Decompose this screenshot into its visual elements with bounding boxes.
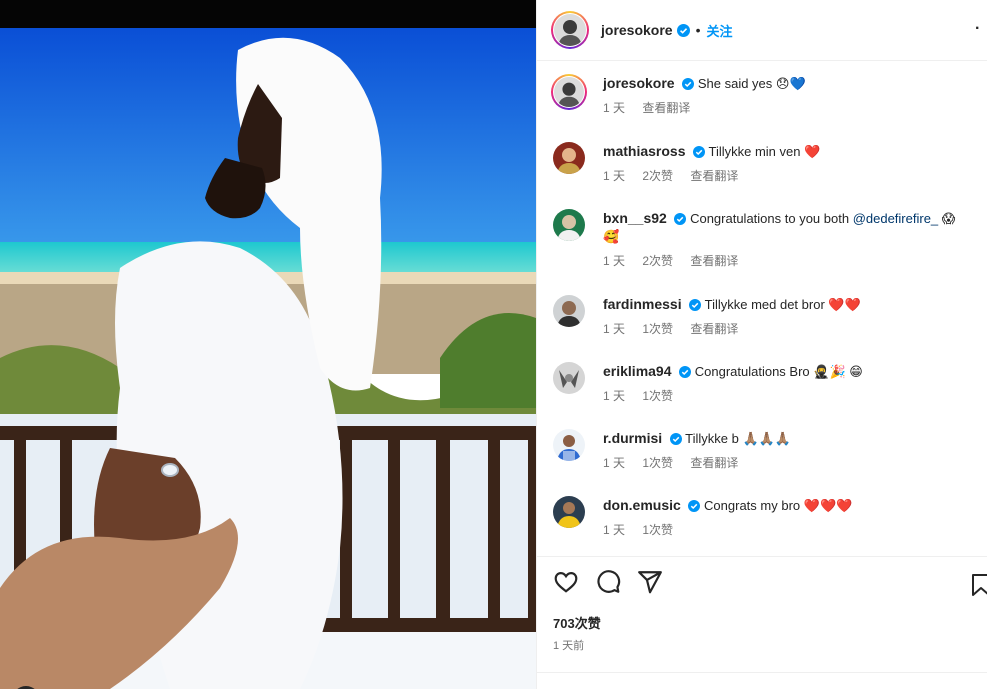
comment-emoji: 💙 [789,76,806,91]
comment-time: 1 天 [603,254,626,268]
comment-time: 1 天 [603,169,626,183]
comments-list: joresokore She said yes 😞💙 1 天 查看翻译 math… [537,61,987,555]
photo-top-bar [0,0,536,28]
comment-meta: 1 天 1次赞 查看翻译 [603,320,961,338]
comment-text: Tillykke med det bror [704,297,825,312]
translate-link[interactable]: 查看翻译 [690,322,738,336]
comment-emoji: 😱 [938,211,956,226]
comment-emoji-line: 🥰 [603,229,620,244]
comment-likes[interactable]: 2次赞 [642,169,673,183]
post-author-username[interactable]: joresokore [601,22,673,38]
post-side-panel: joresokore • 关注 · joresokore She said ye… [536,0,987,689]
comment-username[interactable]: bxn__s92 [603,210,667,226]
list-item: don.emusic Congrats my bro ❤️❤️❤️ 1 天 1次… [553,496,977,539]
comment-meta: 1 天 1次赞 [603,387,961,405]
comment-text: Congratulations to you both [690,211,853,226]
comment-username[interactable]: eriklima94 [603,363,672,379]
comment-emoji: ❤️❤️ [828,297,861,312]
verified-badge-icon [688,500,701,512]
comment-meta: 1 天 查看翻译 [603,99,961,117]
comment-text: Tillykke b [685,431,739,446]
comment-likes[interactable]: 1次赞 [642,389,673,403]
comment-likes[interactable]: 1次赞 [642,456,673,470]
comment-username[interactable]: fardinmessi [603,296,682,312]
translate-link[interactable]: 查看翻译 [690,254,738,268]
comment-emoji: ❤️❤️❤️ [803,498,853,513]
share-icon[interactable] [637,569,663,595]
comment-text: She said yes 😞 [697,76,790,91]
post-actions: 703次赞 1 天前 [537,556,987,689]
list-item: eriklima94 Congratulations Bro 🥷🎉 😁 1 天 … [553,362,977,405]
comment-emoji: ❤️ [804,144,821,159]
comment-likes[interactable]: 1次赞 [642,322,673,336]
comment-time: 1 天 [603,101,626,115]
translate-link[interactable]: 查看翻译 [690,456,738,470]
comment-avatar[interactable] [553,362,585,394]
follow-button[interactable]: 关注 [707,21,733,40]
comment-avatar[interactable] [553,295,585,327]
comment-time: 1 天 [603,322,626,336]
list-item: fardinmessi Tillykke med det bror ❤️❤️ 1… [553,295,977,338]
caption-comment: joresokore She said yes 😞💙 1 天 查看翻译 [551,74,977,117]
comment-likes[interactable]: 1次赞 [642,523,673,537]
comment-meta: 1 天 2次赞 查看翻译 [603,167,961,185]
comment-text: Congrats my bro [704,498,801,513]
post-author-avatar[interactable] [551,11,589,49]
comment-username[interactable]: r.durmisi [603,430,662,446]
comment-time: 1 天 [603,523,626,537]
comment-text: Tillykke min ven [708,144,801,159]
post-time: 1 天前 [553,640,585,652]
action-icons [553,569,663,595]
comment-emoji: 🙏🏽🙏🏽🙏🏽 [742,431,792,446]
comment-emoji: 🥷🎉 😁 [813,364,863,379]
divider [537,672,987,673]
comment-meta: 1 天 1次赞 [603,521,961,539]
translate-link[interactable]: 查看翻译 [690,169,738,183]
more-options-icon[interactable]: · [975,20,987,38]
list-item: r.durmisi Tillykke b 🙏🏽🙏🏽🙏🏽 1 天 1次赞 查看翻译 [553,429,977,472]
comment-avatar[interactable] [553,429,585,461]
post-photo-illustration [0,28,536,689]
comment-meta: 1 天 1次赞 查看翻译 [603,454,961,472]
verified-badge-icon [676,23,690,37]
comment-icon[interactable] [595,569,621,595]
avatar-image [554,14,586,46]
verified-badge-icon [679,366,692,378]
avatar-image [554,77,584,107]
verified-badge-icon [669,433,682,445]
list-item: mathiasross Tillykke min ven ❤️ 1 天 2次赞 … [553,142,977,185]
comment-time: 1 天 [603,389,626,403]
likes-count[interactable]: 703次赞 [553,613,601,632]
comment-time: 1 天 [603,456,626,470]
comment-avatar[interactable] [553,209,585,241]
verified-badge-icon [674,213,687,225]
list-item: bxn__s92 Congratulations to you both @de… [553,209,977,270]
verified-badge-icon [693,146,706,158]
comment-likes[interactable]: 2次赞 [642,254,673,268]
comment-avatar[interactable] [553,142,585,174]
comment-username[interactable]: don.emusic [603,497,681,513]
comment-username[interactable]: joresokore [603,75,675,91]
comment-avatar[interactable] [553,496,585,528]
post-header: joresokore • 关注 · [537,0,987,61]
comment-avatar[interactable] [551,74,587,110]
comment-username[interactable]: mathiasross [603,143,685,159]
bookmark-icon[interactable] [971,573,987,597]
verified-badge-icon [689,299,702,311]
mention-link[interactable]: @dedefirefire_ [853,211,938,226]
separator-dot: • [695,22,701,38]
heart-icon[interactable] [553,569,579,595]
translate-link[interactable]: 查看翻译 [642,101,690,115]
comment-text: Congratulations Bro [694,364,810,379]
comment-meta: 1 天 2次赞 查看翻译 [603,252,961,270]
post-photo[interactable] [0,28,536,689]
verified-badge-icon [682,78,695,90]
